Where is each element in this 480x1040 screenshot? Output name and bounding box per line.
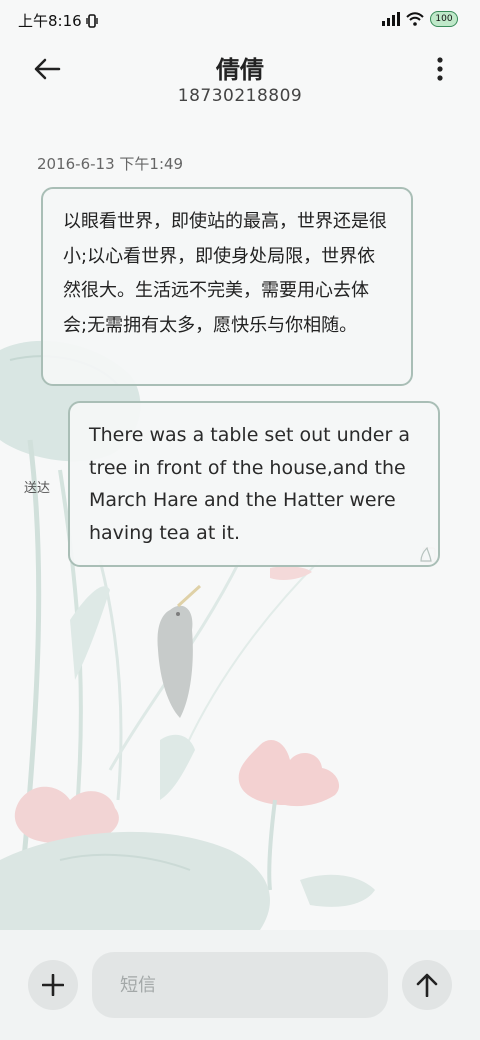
status-time: 上午8:16 — [18, 10, 99, 31]
message-timestamp: 2016-6-13 下午1:49 — [37, 155, 184, 173]
message-input[interactable] — [92, 952, 388, 1018]
sent-message-bubble[interactable]: There was a table set out under a tree i… — [68, 401, 440, 567]
received-message-bubble[interactable]: 以眼看世界，即使站的最高，世界还是很小;以心看世界，即使身处局限，世界依然很大。… — [41, 187, 413, 386]
contact-name: 倩倩 — [216, 56, 264, 84]
received-message-text: 以眼看世界，即使站的最高，世界还是很小;以心看世界，即使身处局限，世界依然很大。… — [63, 211, 387, 336]
wifi-icon — [406, 12, 424, 26]
more-options-button[interactable] — [430, 54, 450, 84]
arrow-up-icon — [416, 973, 438, 997]
status-bar: 上午8:16 100 — [0, 0, 480, 42]
add-attachment-button[interactable] — [28, 960, 78, 1010]
battery-indicator: 100 — [430, 11, 458, 27]
conversation-header: 倩倩 18730218809 — [0, 42, 480, 122]
send-button[interactable] — [402, 960, 452, 1010]
bubble-stamp-icon — [420, 546, 432, 562]
more-vertical-icon — [437, 57, 443, 81]
vibrate-icon — [86, 14, 99, 28]
message-composer — [0, 930, 480, 1040]
status-indicators: 100 — [382, 11, 458, 27]
delivery-status: 送达 — [24, 481, 51, 496]
plus-icon — [42, 974, 64, 996]
sent-message-text: There was a table set out under a tree i… — [89, 424, 410, 544]
contact-number: 18730218809 — [177, 86, 303, 106]
signal-icon — [382, 12, 400, 26]
